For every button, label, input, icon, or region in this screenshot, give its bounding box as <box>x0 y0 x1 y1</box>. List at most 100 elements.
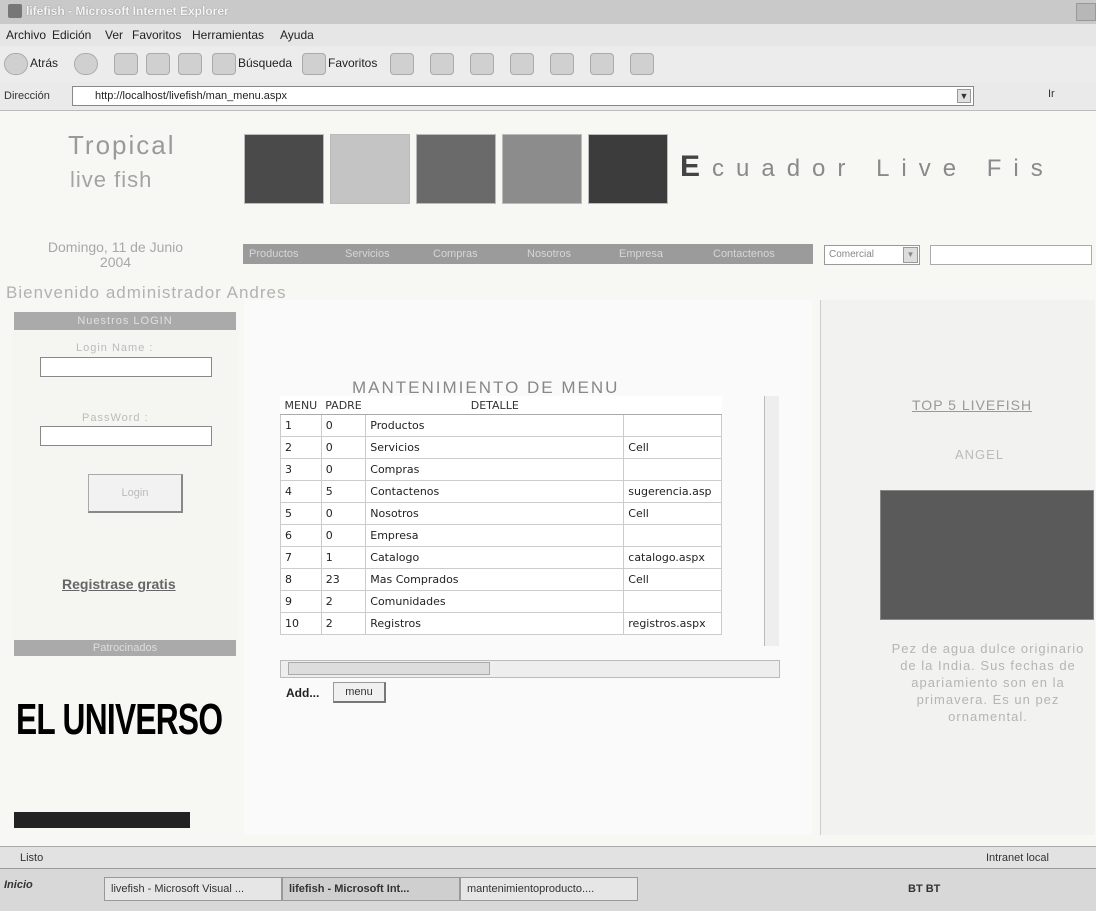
go-button[interactable]: Ir <box>1048 88 1055 100</box>
minimize-button[interactable] <box>1076 3 1096 21</box>
address-bar: Dirección http://localhost/livefish/man_… <box>0 82 1096 111</box>
start-button[interactable]: Inicio <box>4 879 33 891</box>
taskbar-item[interactable]: lifefish - Microsoft Int... <box>282 877 460 901</box>
fish-description: Pez de agua dulce originario de la India… <box>891 641 1085 724</box>
table-cell: Productos <box>365 414 625 437</box>
menu-edicion[interactable]: Edición <box>52 28 91 42</box>
top5-link[interactable]: TOP 5 LIVEFISH <box>912 397 1032 413</box>
table-cell: 0 <box>320 436 367 459</box>
research-icon[interactable] <box>590 53 614 75</box>
table-cell: 9 <box>280 590 322 613</box>
stop-icon[interactable] <box>114 53 138 75</box>
nav-compras[interactable]: Compras <box>433 248 478 260</box>
chevron-down-icon[interactable]: ▼ <box>957 89 971 103</box>
table-cell: 0 <box>320 458 367 481</box>
table-cell: 3 <box>280 458 322 481</box>
history-icon[interactable] <box>390 53 414 75</box>
back-button[interactable]: Atrás <box>30 56 58 70</box>
messenger-icon[interactable] <box>550 53 574 75</box>
col-header-extra <box>623 396 722 415</box>
table-cell: Servicios <box>365 436 625 459</box>
taskbar: Inicio livefish - Microsoft Visual ... l… <box>0 868 1096 911</box>
ad-strip-image <box>14 812 190 828</box>
table-cell: 8 <box>280 568 322 591</box>
menu-favoritos[interactable]: Favoritos <box>132 28 181 42</box>
menu-herramientas[interactable]: Herramientas <box>192 28 264 42</box>
table-row[interactable]: 6 0 Empresa <box>280 524 723 547</box>
status-text: Listo <box>20 852 44 864</box>
table-cell: Comunidades <box>365 590 625 613</box>
table-cell: Cell <box>623 436 723 459</box>
login-header: Nuestros LOGIN <box>14 312 236 330</box>
zone-text: Intranet local <box>986 852 1049 864</box>
grid-scroll-thumb[interactable] <box>288 662 490 675</box>
register-link[interactable]: Registrase gratis <box>62 576 176 592</box>
table-cell: Registros <box>365 612 625 635</box>
page-title: MANTENIMIENTO DE MENU <box>352 378 620 397</box>
table-cell <box>623 590 723 613</box>
favorites-button[interactable]: Favoritos <box>328 56 377 70</box>
forward-arrow-icon[interactable] <box>74 53 98 75</box>
banner-rest: cuador Live Fis <box>712 155 1055 182</box>
star-icon[interactable] <box>302 53 326 75</box>
table-cell: registros.aspx <box>623 612 723 635</box>
menu-ayuda[interactable]: Ayuda <box>280 28 314 42</box>
edit-icon[interactable] <box>510 53 534 75</box>
table-row[interactable]: 10 2 Registros registros.aspx <box>280 612 723 635</box>
media-icon[interactable] <box>630 53 654 75</box>
nav-productos[interactable]: Productos <box>249 248 299 260</box>
print-icon[interactable] <box>470 53 494 75</box>
address-url: http://localhost/livefish/man_menu.aspx <box>95 90 287 102</box>
angel-fish-image <box>880 490 1094 620</box>
table-row[interactable]: 1 0 Productos <box>280 414 723 437</box>
password-input[interactable] <box>40 426 212 446</box>
search-button[interactable]: Búsqueda <box>238 56 292 70</box>
table-cell: Cell <box>623 502 723 525</box>
taskbar-item[interactable]: mantenimientoproducto.... <box>460 877 638 901</box>
login-name-label: Login Name : <box>76 342 154 354</box>
el-universo-ad[interactable]: EL UNIVERSO <box>16 695 223 745</box>
mail-icon[interactable] <box>430 53 454 75</box>
nav-servicios[interactable]: Servicios <box>345 248 390 260</box>
table-row[interactable]: 8 23 Mas Comprados Cell <box>280 568 723 591</box>
login-name-input[interactable] <box>40 357 212 377</box>
col-header-detalle: DETALLE <box>365 396 624 415</box>
table-cell: 2 <box>320 590 367 613</box>
home-icon[interactable] <box>178 53 202 75</box>
add-menu-button[interactable]: menu <box>333 682 386 703</box>
table-row[interactable]: 3 0 Compras <box>280 458 723 481</box>
back-arrow-icon[interactable] <box>4 53 28 75</box>
table-row[interactable]: 9 2 Comunidades <box>280 590 723 613</box>
table-cell: 6 <box>280 524 322 547</box>
fish-name: ANGEL <box>955 447 1005 462</box>
menu-ver[interactable]: Ver <box>105 28 123 42</box>
refresh-icon[interactable] <box>146 53 170 75</box>
table-cell: Cell <box>623 568 723 591</box>
address-input[interactable]: http://localhost/livefish/man_menu.aspx … <box>72 86 974 106</box>
password-label: PassWord : <box>82 412 149 424</box>
menu-archivo[interactable]: Archivo <box>6 28 46 42</box>
nav-nosotros[interactable]: Nosotros <box>527 248 571 260</box>
table-row[interactable]: 4 5 Contactenos sugerencia.asp <box>280 480 723 503</box>
table-row[interactable]: 5 0 Nosotros Cell <box>280 502 723 525</box>
category-select[interactable]: Comercial ▼ <box>824 245 920 265</box>
grid-vertical-scrollbar[interactable] <box>764 396 779 646</box>
site-search-input[interactable] <box>930 245 1092 265</box>
search-icon[interactable] <box>212 53 236 75</box>
table-cell: 1 <box>320 546 367 569</box>
table-cell: 23 <box>320 568 367 591</box>
banner-fish-image <box>588 134 668 204</box>
table-row[interactable]: 2 0 Servicios Cell <box>280 436 723 459</box>
taskbar-item[interactable]: livefish - Microsoft Visual ... <box>104 877 282 901</box>
table-cell: 4 <box>280 480 322 503</box>
login-button[interactable]: Login <box>88 474 183 513</box>
table-cell: Nosotros <box>365 502 625 525</box>
grid-header-row: MENU PADRE DETALLE <box>280 396 722 415</box>
banner-initial: E <box>680 150 713 183</box>
table-cell: 0 <box>320 502 367 525</box>
nav-contactenos[interactable]: Contactenos <box>713 248 775 260</box>
table-cell: catalogo.aspx <box>623 546 723 569</box>
address-label: Dirección <box>4 90 50 102</box>
nav-empresa[interactable]: Empresa <box>619 248 663 260</box>
table-row[interactable]: 7 1 Catalogo catalogo.aspx <box>280 546 723 569</box>
